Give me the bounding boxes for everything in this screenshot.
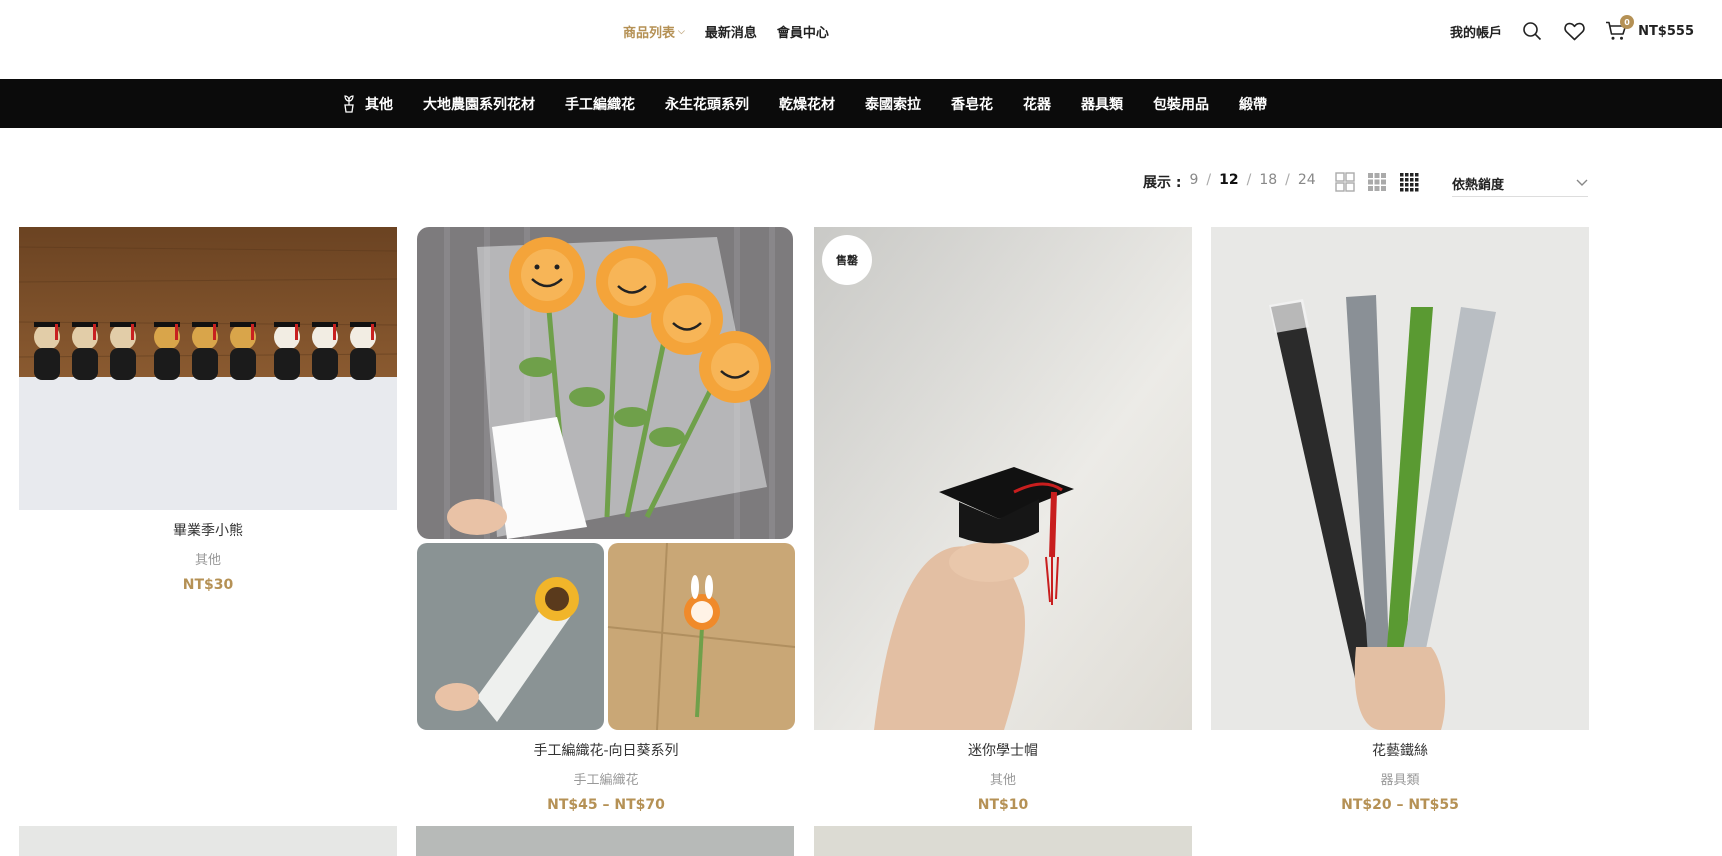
product-title[interactable]: 畢業季小熊 (19, 520, 397, 540)
product-price: NT$10 (977, 797, 1029, 813)
product-card: 手工編織花-向日葵系列 手工編織花 NT$45 – NT$70 (417, 227, 795, 813)
category-vases[interactable]: 花器 (1023, 94, 1051, 114)
product-category[interactable]: 其他 (814, 769, 1192, 788)
site-header: 商品列表 ⌵ 最新消息 會員中心 我的帳戶 0 NT$555 (0, 0, 1722, 78)
grid-3-icon[interactable] (1367, 172, 1387, 192)
per-page-label: 展示 : (1143, 175, 1182, 191)
category-label: 乾燥花材 (779, 96, 835, 113)
category-label: 其他 (365, 96, 393, 113)
product-category[interactable]: 手工編織花 (417, 769, 795, 788)
product-card: 畢業季小熊 其他 NT$30 (19, 227, 397, 593)
product-image[interactable] (19, 227, 397, 510)
product-image[interactable]: 售罄 (814, 227, 1192, 730)
category-other[interactable]: 其他 (341, 94, 393, 114)
search-icon[interactable] (1520, 19, 1544, 43)
plant-icon (344, 94, 354, 113)
category-label: 花器 (1023, 96, 1051, 113)
per-page-24[interactable]: 24 (1298, 172, 1316, 192)
separator: / (1206, 172, 1212, 188)
product-image[interactable] (814, 826, 1192, 856)
category-label: 香皂花 (951, 96, 993, 113)
product-image[interactable] (1211, 227, 1589, 730)
cart-count-badge: 0 (1620, 15, 1635, 29)
category-soap-flowers[interactable]: 香皂花 (951, 94, 993, 114)
chevron-down-icon: ⌵ (678, 26, 685, 37)
product-image[interactable] (416, 826, 794, 856)
category-label: 器具類 (1081, 96, 1123, 113)
cart-button[interactable]: 0 NT$555 (1604, 15, 1694, 43)
nav-item-label: 最新消息 (704, 26, 757, 41)
category-label: 大地農園系列花材 (423, 96, 535, 113)
category-label: 泰國索拉 (865, 96, 921, 113)
cart-icon: 0 (1604, 15, 1635, 43)
per-page-18[interactable]: 18 (1259, 172, 1277, 192)
grid-view-switcher (1335, 172, 1419, 192)
category-thai-sola[interactable]: 泰國索拉 (865, 94, 921, 114)
product-title[interactable]: 迷你學士帽 (814, 740, 1192, 760)
product-card: 售罄 迷你學士帽 其他 NT$10 (814, 227, 1192, 813)
nav-item-label: 會員中心 (776, 26, 829, 41)
chevron-down-icon (1576, 179, 1588, 186)
category-label: 永生花頭系列 (665, 96, 749, 113)
product-price: NT$30 (182, 577, 234, 593)
category-ribbons[interactable]: 緞帶 (1239, 94, 1267, 114)
product-image[interactable] (19, 826, 397, 856)
category-farm-flowers[interactable]: 大地農園系列花材 (423, 94, 535, 114)
per-page-selector: 展示 : 9 / 12 / 18 / 24 (1143, 172, 1316, 192)
grid-4-icon[interactable] (1399, 172, 1419, 192)
nav-item-member[interactable]: 會員中心 (777, 22, 829, 41)
product-card: 花藝鐵絲 器具類 NT$20 – NT$55 (1211, 227, 1589, 813)
product-image[interactable] (417, 227, 795, 730)
category-label: 緞帶 (1239, 96, 1267, 113)
heart-icon[interactable] (1562, 19, 1586, 43)
header-actions: 我的帳戶 0 NT$555 (1450, 15, 1694, 43)
category-tools[interactable]: 器具類 (1081, 94, 1123, 114)
sort-dropdown[interactable]: 依熱銷度 (1452, 170, 1588, 197)
product-category[interactable]: 其他 (19, 549, 397, 568)
product-price: NT$20 – NT$55 (1341, 797, 1459, 813)
nav-item-products[interactable]: 商品列表 ⌵ (623, 22, 685, 41)
my-account-link[interactable]: 我的帳戶 (1450, 22, 1502, 41)
separator: / (1246, 172, 1252, 188)
product-price: NT$45 – NT$70 (547, 797, 665, 813)
cart-total: NT$555 (1638, 23, 1694, 39)
sold-out-badge: 售罄 (822, 235, 872, 285)
nav-item-news[interactable]: 最新消息 (705, 22, 757, 41)
category-bar: 其他 大地農園系列花材 手工編織花 永生花頭系列 乾燥花材 泰國索拉 香皂花 花… (0, 79, 1722, 128)
product-title[interactable]: 手工編織花-向日葵系列 (417, 740, 795, 760)
product-title[interactable]: 花藝鐵絲 (1211, 740, 1589, 760)
category-label: 手工編織花 (565, 96, 635, 113)
category-preserved-flowers[interactable]: 永生花頭系列 (665, 94, 749, 114)
category-dried-flowers[interactable]: 乾燥花材 (779, 94, 835, 114)
product-category[interactable]: 器具類 (1211, 769, 1589, 788)
category-handmade-knit[interactable]: 手工編織花 (565, 94, 635, 114)
shop-toolbar: 展示 : 9 / 12 / 18 / 24 依熱銷度 (0, 170, 1722, 197)
per-page-9[interactable]: 9 (1189, 172, 1198, 192)
category-packaging[interactable]: 包裝用品 (1153, 94, 1209, 114)
main-nav: 商品列表 ⌵ 最新消息 會員中心 (623, 22, 829, 41)
grid-2-icon[interactable] (1335, 172, 1355, 192)
nav-item-label: 商品列表 (623, 26, 676, 41)
per-page-12[interactable]: 12 (1219, 172, 1238, 192)
separator: / (1285, 172, 1290, 188)
sort-label: 依熱銷度 (1452, 177, 1505, 193)
category-label: 包裝用品 (1153, 96, 1209, 113)
